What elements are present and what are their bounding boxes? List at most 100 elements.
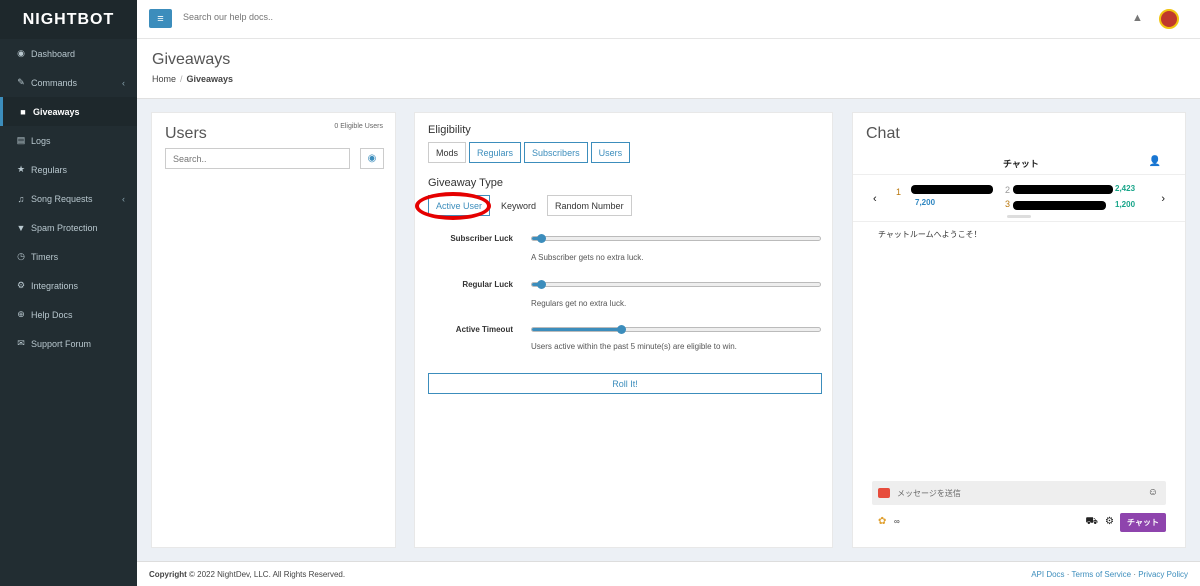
eligibility-button-group: Mods Regulars Subscribers Users [428,142,631,163]
emoji-icon[interactable]: ☺ [1148,487,1158,498]
message-placeholder: メッセージを送信 [897,489,961,498]
sidebar-item-regulars[interactable]: ★ Regulars [0,155,137,184]
sidebar-item-commands[interactable]: ✎ Commands ‹ [0,68,137,97]
sidebar-item-label: Help Docs [31,309,73,320]
slider-thumb[interactable] [617,325,627,334]
eligibility-regulars-button[interactable]: Regulars [469,142,522,163]
nightbot-logo[interactable]: NIGHTBOT [0,0,137,39]
active-timeout-help: Users active within the past 5 minute(s)… [531,342,737,351]
points-value: 1,200 [1115,200,1136,209]
subscriber-luck-help: A Subscriber gets no extra luck. [531,253,644,262]
eligibility-subscribers-button[interactable]: Subscribers [524,142,588,163]
chat-panel: Chat チャット 👤 ‹ 1 7,200 2 2,423 3 1,200 › … [852,112,1186,548]
regular-luck-label: Regular Luck [462,280,513,289]
page-footer: Copyright © 2022 NightDev, LLC. All Righ… [137,561,1200,586]
channel-points-icon[interactable]: ✿ [878,516,886,527]
breadcrumb-current: Giveaways [186,74,234,84]
slider-thumb[interactable] [536,280,546,289]
eligibility-label: Eligibility [428,124,471,136]
sidebar-item-dashboard[interactable]: ◉ Dashboard [0,39,137,68]
filter-icon: ▼ [16,222,26,233]
subscriber-luck-label: Subscriber Luck [450,234,513,243]
eligibility-users-button[interactable]: Users [590,142,631,163]
eligibility-mods-button[interactable]: Mods [428,142,467,163]
chat-send-button[interactable]: チャット [1120,513,1166,532]
chevron-left-icon: ‹ [122,193,125,204]
sidebar-item-logs[interactable]: ▤ Logs [0,126,137,155]
sidebar-item-support-forum[interactable]: ✉ Support Forum [0,329,137,358]
chat-welcome-message: チャットルームへようこそ！ [878,230,982,239]
bell-icon[interactable]: ▲ [1132,12,1143,24]
sidebar-item-timers[interactable]: ◷ Timers [0,242,137,271]
active-timeout-label: Active Timeout [455,325,513,334]
channel-points-value: ∞ [894,517,900,526]
sidebar-item-label: Song Requests [31,193,93,204]
clock-icon: ◷ [17,251,25,261]
sidebar: NIGHTBOT ◉ Dashboard ✎ Commands ‹ ■ Giveaway… [0,0,137,586]
link-separator: · [1064,570,1072,579]
chat-message-input[interactable]: メッセージを送信 ☺ [872,481,1166,505]
type-random-number-button[interactable]: Random Number [547,195,632,216]
users-search-input[interactable] [165,148,350,169]
cart-icon[interactable]: ⛟ [1085,516,1098,529]
giveaway-type-label: Giveaway Type [428,177,504,189]
copyright: Copyright © 2022 NightDev, LLC. All Righ… [149,570,345,579]
chat-footer: ✿ ∞ ⛟ ⚙ チャット [872,513,1166,533]
sidebar-item-label: Support Forum [31,338,92,349]
gear-icon[interactable]: ⚙ [1105,516,1114,527]
annotation-circle [415,192,491,220]
chat-leaderboard: ‹ 1 7,200 2 2,423 3 1,200 › [853,174,1185,222]
help-search-input[interactable] [183,12,483,22]
terms-link[interactable]: Terms of Service [1072,570,1132,579]
dashboard-icon: ◉ [17,48,25,58]
sidebar-item-label: Timers [31,251,59,262]
comments-icon: ✉ [17,338,25,348]
api-docs-link[interactable]: API Docs [1031,570,1064,579]
redacted-username [1013,201,1106,210]
copyright-text: © 2022 NightDev, LLC. All Rights Reserve… [189,570,346,579]
globe-icon: ⊕ [17,309,25,319]
sidebar-menu: ◉ Dashboard ✎ Commands ‹ ■ Giveaways ▤ Logs ★… [0,39,137,358]
chat-header-label: チャット [1003,159,1039,169]
sidebar-item-label: Commands [31,77,78,88]
chevron-right-icon[interactable]: › [1161,193,1165,205]
chevron-left-icon[interactable]: ‹ [873,193,877,205]
users-panel: Users 0 Eligible Users ◉ [151,112,396,548]
sidebar-item-giveaways[interactable]: ■ Giveaways [0,97,137,126]
sidebar-item-integrations[interactable]: ⚙ Integrations [0,271,137,300]
sidebar-item-spam-protection[interactable]: ▼ Spam Protection [0,213,137,242]
sidebar-item-help-docs[interactable]: ⊕ Help Docs [0,300,137,329]
users-icon[interactable]: 👤 [1149,156,1161,167]
slider-fill [532,328,622,331]
privacy-link[interactable]: Privacy Policy [1138,570,1188,579]
subscriber-luck-slider[interactable] [531,234,821,243]
scroll-indicator [1007,215,1031,218]
slider-thumb[interactable] [536,234,546,243]
users-title: Users [165,125,207,142]
wand-icon: ✎ [17,77,25,87]
regular-luck-help: Regulars get no extra luck. [531,299,627,308]
roll-it-button[interactable]: Roll It! [428,373,822,394]
sidebar-item-label: Regulars [31,164,68,175]
avatar[interactable] [1159,9,1179,29]
camera-icon[interactable] [878,488,890,498]
page-title: Giveaways [152,51,231,68]
rank-badge-icon: 3 [1005,199,1011,209]
hamburger-icon[interactable]: ≡ [149,9,172,28]
chat-title: Chat [866,125,900,142]
regular-luck-slider[interactable] [531,280,821,289]
target-icon[interactable]: ◉ [360,148,384,169]
sidebar-item-song-requests[interactable]: ♫ Song Requests ‹ [0,184,137,213]
breadcrumb: Home / Giveaways [152,74,233,84]
sidebar-item-label: Integrations [31,280,79,291]
sidebar-item-label: Logs [31,135,51,146]
breadcrumb-home[interactable]: Home [152,74,176,84]
gift-icon: ■ [20,106,26,117]
rank-badge-icon: 2 [1005,185,1011,195]
active-timeout-slider[interactable] [531,325,821,334]
type-keyword-button[interactable]: Keyword [493,195,545,216]
star-icon: ★ [16,164,26,174]
sidebar-item-label: Dashboard [31,48,76,59]
redacted-username [1013,185,1113,194]
redacted-username [911,185,993,194]
